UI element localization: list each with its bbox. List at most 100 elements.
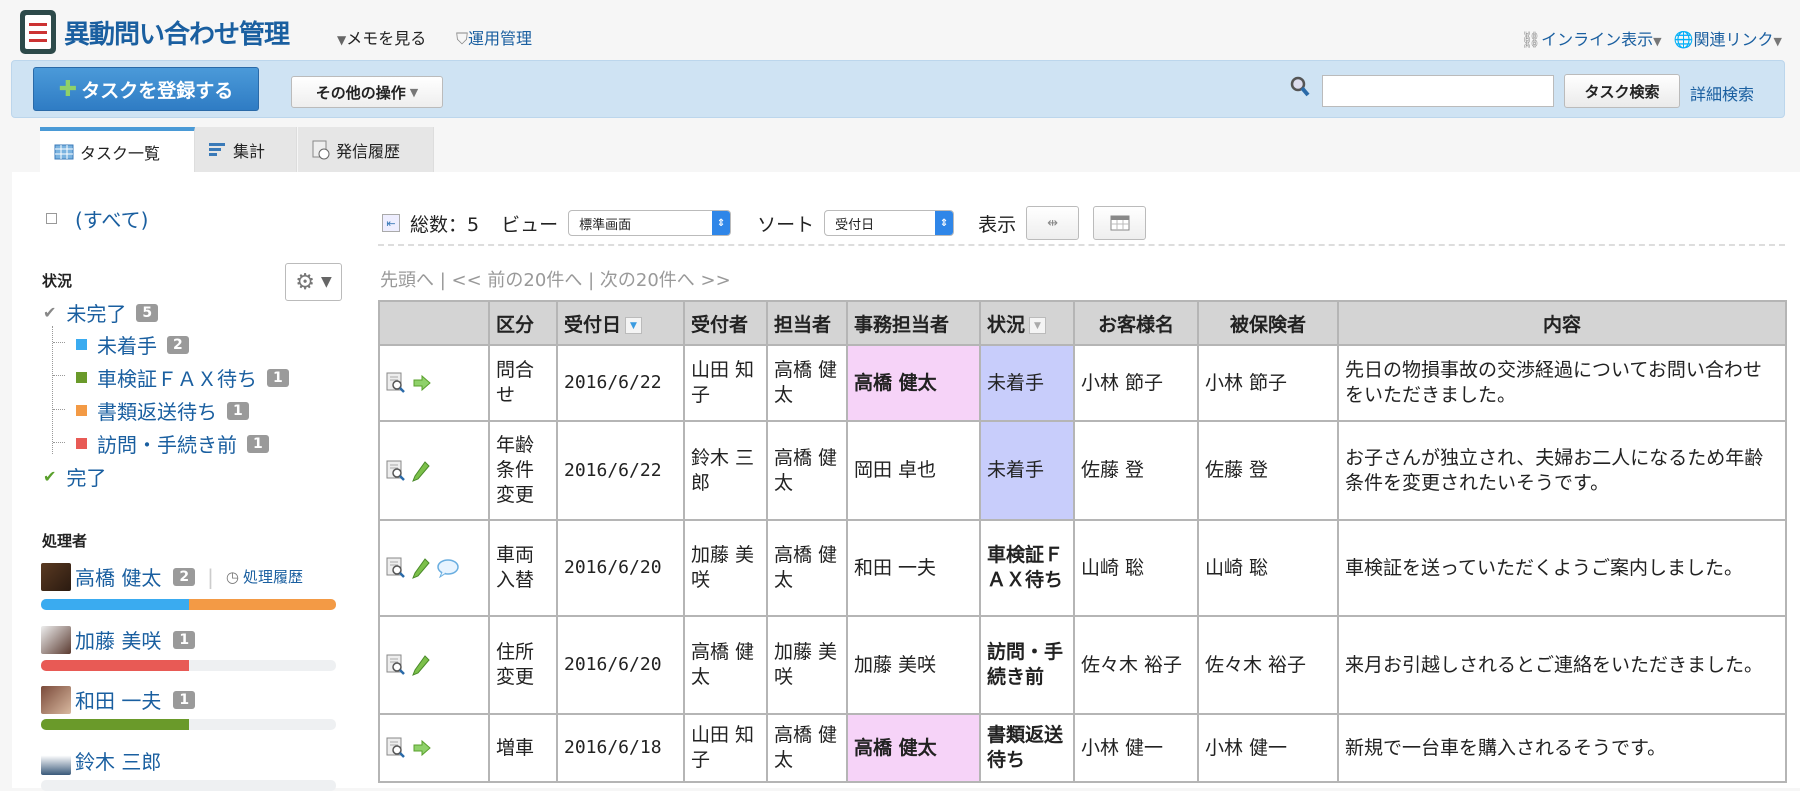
cell-date: 2016/6/22 <box>556 420 685 521</box>
sort-desc-icon[interactable]: ▼ <box>625 316 643 334</box>
cell-date: 2016/6/18 <box>556 713 685 783</box>
admin-link[interactable]: ⛉運用管理 <box>456 25 532 49</box>
user-item[interactable]: 加藤 美咲 1 <box>41 625 196 654</box>
edit-pencil-icon[interactable] <box>412 557 430 580</box>
triangle-down-icon: ▼ <box>320 274 332 290</box>
edit-pencil-icon[interactable] <box>412 460 430 482</box>
history-link[interactable]: 処理履歴 <box>243 566 303 587</box>
tab-send-history[interactable]: 発信履歴 <box>298 127 434 172</box>
sort-select[interactable]: 受付日 ⇕ <box>824 210 955 236</box>
cell-content: お子さんが独立され、夫婦お二人になるため年齢条件を変更されたいそうです。 <box>1337 420 1787 521</box>
col-receiver[interactable]: 受付者 <box>683 300 768 346</box>
settings-button[interactable]: ⚙ ▼ <box>285 263 342 301</box>
status-incomplete[interactable]: ✔ 未完了 5 <box>43 298 159 327</box>
register-task-button[interactable]: ✚ タスクを登録する <box>33 67 259 111</box>
column-resize-icon: ⇹ <box>1047 215 1059 231</box>
cell-status: 未着手 <box>979 420 1075 521</box>
col-insured[interactable]: 被保険者 <box>1197 300 1339 346</box>
view-detail-icon[interactable] <box>386 460 406 482</box>
table-layout-button[interactable] <box>1093 206 1147 240</box>
filter-icon[interactable]: ▼ <box>1029 316 1047 334</box>
status-not-started[interactable]: 未着手 2 <box>76 330 189 359</box>
triangle-down-icon: ▼ <box>337 33 347 47</box>
col-customer[interactable]: お客様名 <box>1073 300 1199 346</box>
status-fax-wait[interactable]: 車検証ＦＡＸ待ち 1 <box>76 363 289 392</box>
status-label: 書類返送待ち <box>97 400 217 424</box>
filter-all-label: (すべて) <box>75 208 149 232</box>
bar-chart-icon <box>209 142 225 156</box>
col-status[interactable]: 状況 ▼ <box>979 300 1075 346</box>
user-item[interactable]: 高橋 健太 2 | ◷ 処理履歴 <box>41 562 303 591</box>
table-icon <box>54 144 74 159</box>
col-owner[interactable]: 担当者 <box>766 300 848 346</box>
pager-separator: | <box>439 270 446 291</box>
status-label: 完了 <box>66 466 107 490</box>
view-select[interactable]: 標準画面 ⇕ <box>568 210 732 236</box>
other-actions-button[interactable]: その他の操作 ▼ <box>291 76 443 108</box>
cell-customer: 佐藤 登 <box>1073 420 1199 521</box>
user-item[interactable]: 和田 一夫 1 <box>41 685 196 714</box>
search-input[interactable] <box>1322 75 1554 107</box>
advanced-search-link[interactable]: 詳細検索 <box>1690 81 1754 105</box>
pager-prev[interactable]: << 前の20件へ <box>452 270 583 291</box>
pager-first[interactable]: 先頭へ <box>380 270 434 291</box>
col-category[interactable]: 区分 <box>488 300 558 346</box>
tab-task-list[interactable]: タスク一覧 <box>40 127 195 172</box>
status-label: 訪問・手続き前 <box>97 433 237 457</box>
related-links[interactable]: 🌐関連リンク▼ <box>1674 26 1782 50</box>
count-badge: 5 <box>136 303 159 322</box>
status-tree-lines <box>52 326 65 454</box>
edit-pencil-icon[interactable] <box>412 654 430 677</box>
app-icon <box>20 10 56 54</box>
task-search-button[interactable]: タスク検索 <box>1564 74 1680 108</box>
col-clerk[interactable]: 事務担当者 <box>846 300 981 346</box>
sort-value: 受付日 <box>835 217 875 233</box>
user-progress-bar <box>41 599 336 610</box>
color-swatch <box>76 405 87 416</box>
gear-icon: ⚙ <box>295 269 315 295</box>
user-item[interactable]: 鈴木 三郎 <box>41 746 161 775</box>
pager-next[interactable]: 次の20件へ >> <box>600 270 731 291</box>
user-name: 鈴木 三郎 <box>75 750 162 774</box>
tab-summary[interactable]: 集計 <box>195 127 297 172</box>
status-before-visit[interactable]: 訪問・手続き前 1 <box>76 429 269 458</box>
memo-link[interactable]: ▼メモを見る <box>337 25 426 49</box>
cell-customer: 山崎 聡 <box>1073 519 1199 617</box>
status-doc-return-wait[interactable]: 書類返送待ち 1 <box>76 396 249 425</box>
column-width-button[interactable]: ⇹ <box>1026 206 1080 240</box>
col-content[interactable]: 内容 <box>1337 300 1787 346</box>
row-actions <box>378 420 490 521</box>
tab-label: タスク一覧 <box>80 143 161 163</box>
pager-separator: | <box>588 270 595 291</box>
table-row[interactable]: 増車 2016/6/18 山田 知子 高橋 健太 高橋 健太 書類返送待ち 小林 健一 小林 … <box>378 713 1787 783</box>
view-detail-icon[interactable] <box>386 372 406 394</box>
page-title: 異動問い合わせ管理 <box>64 20 290 50</box>
cell-insured: 小林 健一 <box>1197 713 1339 783</box>
comment-icon[interactable] <box>436 558 460 579</box>
table-row[interactable]: 車両入替 2016/6/20 加藤 美咲 高橋 健太 和田 一夫 車検証ＦＡＸ待ち 山崎 聡… <box>378 519 1787 617</box>
table-row[interactable]: 問合せ 2016/6/22 山田 知子 高橋 健太 高橋 健太 未着手 小林 節子 小林 節子… <box>378 344 1787 422</box>
inline-view-link[interactable]: ⛓インライン表示▼ <box>1521 26 1662 50</box>
view-detail-icon[interactable] <box>386 737 406 759</box>
forward-arrow-icon[interactable] <box>412 374 432 392</box>
tab-label: 集計 <box>233 141 266 161</box>
table-row[interactable]: 住所変更 2016/6/20 高橋 健太 加藤 美咲 加藤 美咲 訪問・手続き前 佐々木 裕… <box>378 615 1787 715</box>
status-title: 状況 <box>42 272 73 290</box>
view-detail-icon[interactable] <box>386 654 406 676</box>
user-name: 加藤 美咲 <box>75 629 162 653</box>
filter-all[interactable]: (すべて) <box>46 204 148 233</box>
color-swatch <box>76 438 87 449</box>
view-detail-icon[interactable] <box>386 557 406 579</box>
table-row[interactable]: 年齢条件変更 2016/6/22 鈴木 三郎 高橋 健太 岡田 卓也 未着手 佐藤 登佐藤 … <box>378 420 1787 521</box>
sort-label: ソート <box>757 213 815 236</box>
plus-icon: ✚ <box>58 76 78 102</box>
status-label: 車検証ＦＡＸ待ち <box>97 367 257 391</box>
forward-arrow-icon[interactable] <box>412 739 432 757</box>
status-complete[interactable]: ✔ 完了 <box>43 462 106 491</box>
collapse-sidebar-icon[interactable]: ⇤ <box>382 214 400 232</box>
avatar <box>41 625 71 654</box>
cell-clerk: 加藤 美咲 <box>846 615 981 715</box>
cell-clerk: 和田 一夫 <box>846 519 981 617</box>
col-date[interactable]: 受付日 ▼ <box>556 300 685 346</box>
clock-icon: ◷ <box>225 567 239 586</box>
